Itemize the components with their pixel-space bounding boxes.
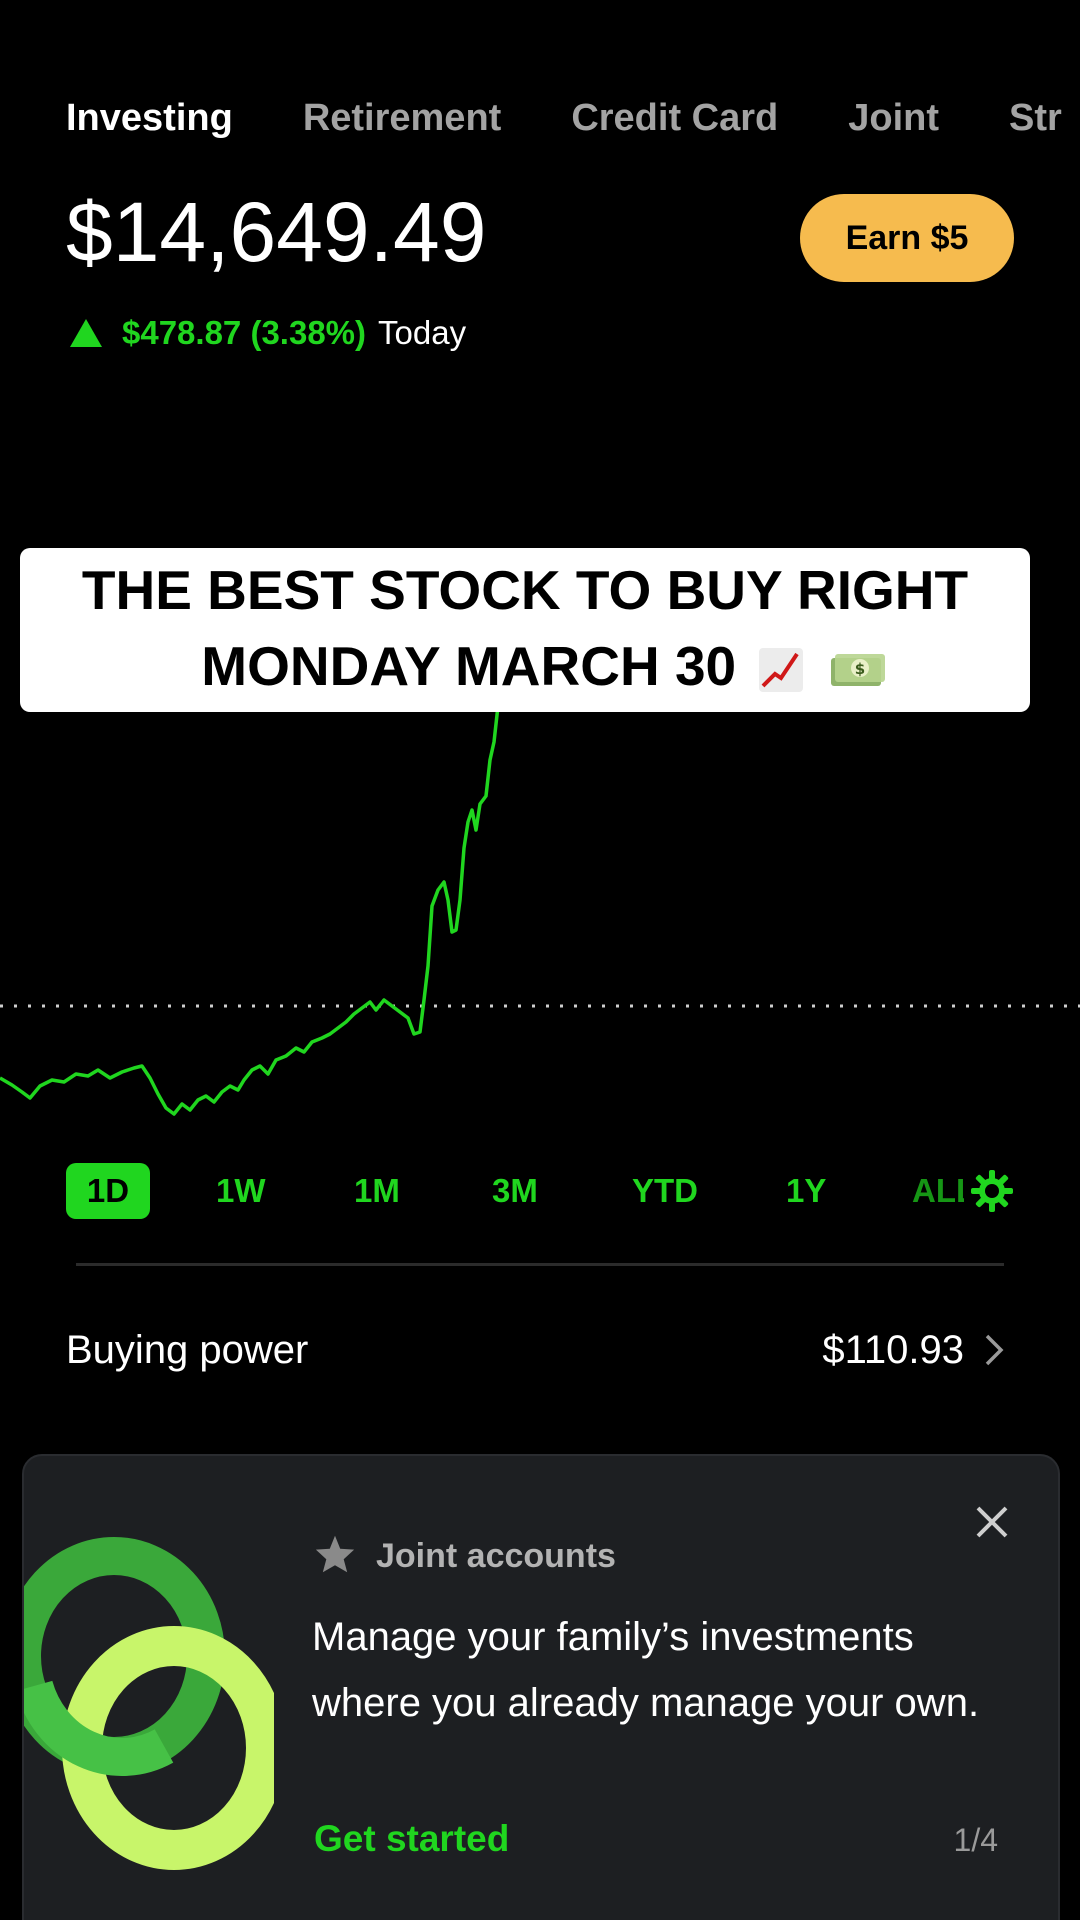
caption-line-2: MONDAY MARCH 30 $	[186, 626, 900, 706]
change-amount: $478.87 (3.38%)	[122, 314, 367, 351]
joint-accounts-card[interactable]: Joint accounts Manage your family’s inve…	[22, 1454, 1060, 1920]
tab-investing[interactable]: Investing	[66, 92, 233, 144]
range-ytd[interactable]: YTD	[632, 1163, 698, 1219]
range-selector: 1D 1W 1M 3M YTD 1Y ALL	[66, 1163, 1016, 1219]
earn-button[interactable]: Earn $5	[800, 194, 1014, 282]
range-1w[interactable]: 1W	[216, 1163, 266, 1219]
range-all[interactable]: ALL	[912, 1163, 964, 1219]
star-icon	[315, 1535, 355, 1573]
divider	[76, 1263, 1004, 1266]
range-1y[interactable]: 1Y	[786, 1163, 826, 1219]
chart-emoji-icon	[759, 648, 804, 693]
up-triangle-icon	[70, 319, 102, 347]
linked-rings-icon	[24, 1537, 274, 1870]
gear-icon[interactable]	[970, 1169, 1014, 1213]
money-emoji-icon: $	[830, 654, 885, 687]
svg-text:$: $	[854, 660, 864, 678]
range-1m[interactable]: 1M	[354, 1163, 400, 1219]
change-period: Today	[378, 314, 467, 351]
range-1d[interactable]: 1D	[66, 1163, 150, 1219]
portfolio-balance: $14,649.49	[66, 185, 487, 279]
buying-power-row[interactable]: Buying power $110.93	[66, 1320, 1006, 1380]
caption-line-2-text: MONDAY MARCH 30	[201, 635, 737, 697]
close-icon[interactable]	[974, 1504, 1010, 1540]
daily-change: $478.87 (3.38%) Today	[70, 310, 466, 356]
range-3m[interactable]: 3M	[492, 1163, 538, 1219]
buying-power-label: Buying power	[66, 1328, 309, 1372]
tab-credit-card[interactable]: Credit Card	[571, 92, 778, 144]
get-started-link[interactable]: Get started	[314, 1818, 509, 1860]
buying-power-value: $110.93	[822, 1328, 964, 1372]
card-kicker: Joint accounts	[376, 1537, 616, 1575]
tab-joint[interactable]: Joint	[848, 92, 939, 144]
card-body: Manage your family’s investments where y…	[312, 1615, 980, 1725]
chevron-right-icon	[985, 1334, 1004, 1366]
tab-retirement[interactable]: Retirement	[303, 92, 502, 144]
investing-screen: Investing Retirement Credit Card Joint S…	[0, 0, 1080, 1920]
account-tabs: Investing Retirement Credit Card Joint S…	[66, 92, 1080, 144]
tab-str[interactable]: Str	[1009, 92, 1062, 144]
card-pager: 1/4	[953, 1822, 998, 1858]
